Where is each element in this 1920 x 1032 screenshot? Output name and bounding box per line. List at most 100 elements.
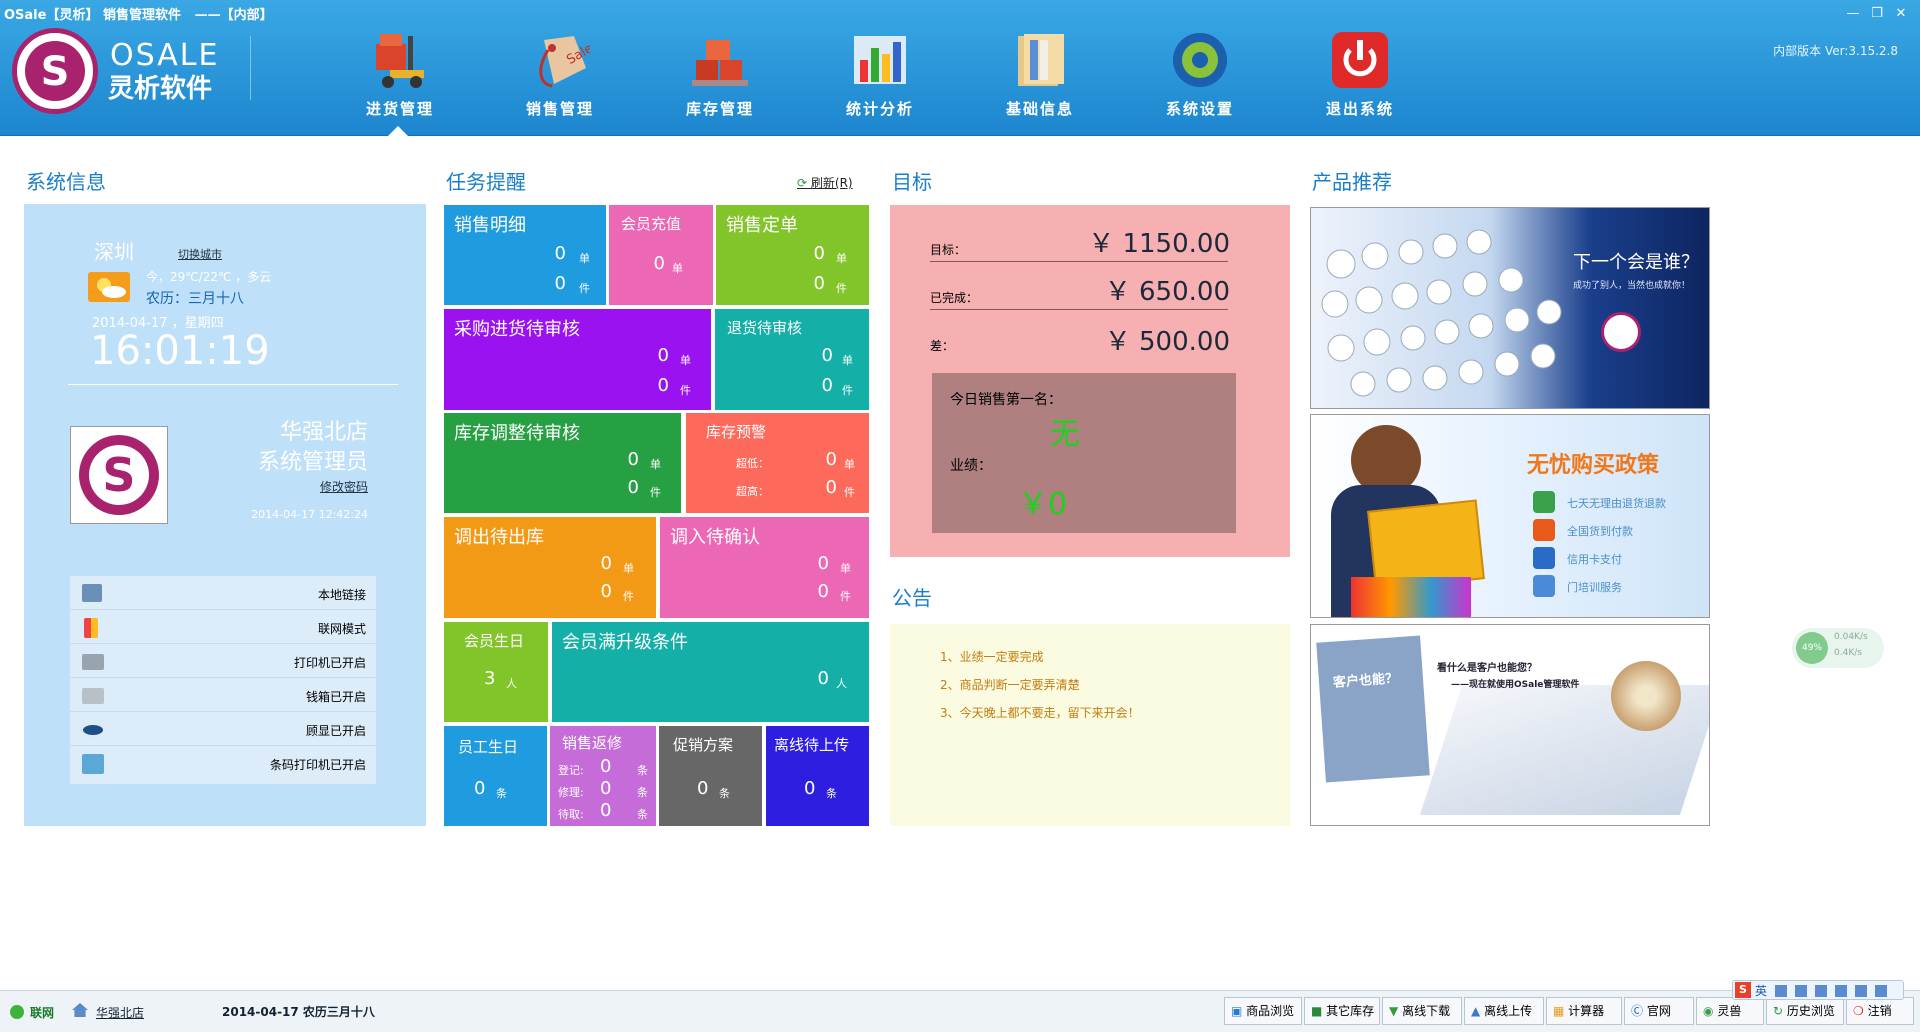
product-banner-2[interactable]: 无忧购买政策 七天无理由退货退款 全国货到付款 信用卡支付 门培训服务 bbox=[1310, 414, 1710, 618]
truck-icon bbox=[1533, 519, 1555, 541]
sticky-note: 客户也能？ bbox=[1316, 635, 1430, 783]
tile-purchase-review[interactable]: 采购进货待审核 0单 0件 bbox=[444, 309, 711, 410]
diff-value: ￥ 500.00 bbox=[1104, 327, 1230, 357]
status-list: 本地链接 联网模式 打印机已开启 钱箱已开启 顾显已开启 条码打印机已开启 bbox=[70, 576, 376, 784]
offline-download-button[interactable]: ▼ 离线下载 bbox=[1382, 997, 1462, 1025]
section-title-target: 目标 bbox=[892, 170, 932, 194]
nav-purchase[interactable]: 进货管理 bbox=[345, 30, 455, 126]
tile-stock-adjust[interactable]: 库存调整待审核 0单 0件 bbox=[444, 413, 681, 513]
svg-text:S: S bbox=[102, 448, 135, 502]
osale-logo-icon: S bbox=[12, 28, 98, 114]
history-button[interactable]: ↻ 历史浏览 bbox=[1766, 997, 1844, 1025]
lingshou-button[interactable]: ◉ 灵兽 bbox=[1696, 997, 1764, 1025]
notice-panel: 1、业绩一定要完成 2、商品判断一定要弄清楚 3、今天晚上都不要走，留下来开会！ bbox=[890, 624, 1290, 826]
tile-transfer-in[interactable]: 调入待确认 0单 0件 bbox=[660, 517, 869, 618]
app-mode: ——【内部】 bbox=[194, 8, 273, 23]
section-title-products: 产品推荐 bbox=[1312, 170, 1392, 194]
section-title-sysinfo: 系统信息 bbox=[26, 170, 106, 194]
other-stock-button[interactable]: ■ 其它库存 bbox=[1304, 997, 1380, 1025]
osale-logo-icon bbox=[1601, 312, 1641, 352]
netspeed-percent: 49% bbox=[1796, 632, 1828, 664]
notice-item: 1、业绩一定要完成 bbox=[940, 650, 1044, 664]
status-bar: 联网 华强北店 2014-04-17 农历三月十八 ▣ 商品浏览 ■ 其它库存 … bbox=[0, 990, 1920, 1032]
ime-tool-icons bbox=[1775, 985, 1895, 997]
tile-stock-alert[interactable]: 库存预警 超低： 0单 超高： 0件 bbox=[686, 413, 869, 513]
online-status-icon bbox=[10, 1005, 24, 1019]
online-status: 联网 bbox=[30, 1006, 55, 1020]
list-item: 本地链接 bbox=[70, 576, 376, 610]
product-browse-button[interactable]: ▣ 商品浏览 bbox=[1224, 997, 1302, 1025]
home-icon bbox=[72, 1003, 88, 1017]
tile-member-recharge[interactable]: 会员充值 0单 bbox=[609, 205, 713, 305]
ime-toolbar[interactable]: S 英 bbox=[1732, 980, 1904, 1000]
nav-inventory[interactable]: 库存管理 bbox=[665, 30, 775, 126]
nav-sales[interactable]: Sale 销售管理 bbox=[505, 30, 615, 126]
power-icon bbox=[1330, 30, 1390, 90]
divider bbox=[68, 384, 398, 385]
footer-store-link[interactable]: 华强北店 bbox=[96, 1004, 144, 1021]
network-icon bbox=[82, 584, 102, 602]
tile-offline-upload[interactable]: 离线待上传 0条 bbox=[766, 726, 869, 826]
nav-exit[interactable]: 退出系统 bbox=[1305, 30, 1415, 126]
diff-label: 差： bbox=[930, 339, 955, 353]
tile-member-birthday[interactable]: 会员生日 3人 bbox=[444, 622, 548, 722]
list-item: 顾显已开启 bbox=[70, 712, 376, 746]
netspeed-widget[interactable]: 49% 0.04K/s 0.4K/s bbox=[1792, 628, 1884, 668]
tile-sales-order[interactable]: 销售定单 0单 0件 bbox=[716, 205, 869, 305]
divider bbox=[930, 309, 1228, 310]
lunar-date: 农历：三月十八 bbox=[146, 291, 244, 307]
tile-sales-detail[interactable]: 销售明细 0单 0件 bbox=[444, 205, 606, 305]
product-banner-1[interactable]: 下一个会是谁？ 成功了别人，当然也成就你！ bbox=[1310, 207, 1710, 409]
minimize-button[interactable]: — bbox=[1844, 6, 1862, 22]
eye-icon bbox=[80, 722, 106, 738]
avatar: S bbox=[70, 426, 168, 524]
performance-value: ￥0 bbox=[1018, 487, 1068, 522]
tile-promotion[interactable]: 促销方案 0条 bbox=[659, 726, 762, 826]
target-panel: 目标： ￥ 1150.00 已完成： ￥ 650.00 差： ￥ 500.00 … bbox=[890, 205, 1290, 557]
bar-chart-icon bbox=[850, 30, 910, 90]
product-banner-3[interactable]: 客户也能？ 看什么是客户也能您？ ——现在就使用OSale管理软件 bbox=[1310, 624, 1710, 826]
logout-button[interactable]: ❍ 注销 bbox=[1846, 997, 1914, 1025]
done-value: ￥ 650.00 bbox=[1104, 277, 1230, 307]
snail-image bbox=[1611, 661, 1681, 731]
official-site-button[interactable]: Ⓒ 官网 bbox=[1624, 997, 1694, 1025]
history-icon: ↻ bbox=[1773, 1004, 1784, 1018]
change-password-link[interactable]: 修改密码 bbox=[320, 478, 368, 495]
cart-icon: ▣ bbox=[1231, 1004, 1243, 1018]
tile-staff-birthday[interactable]: 员工生日 0条 bbox=[444, 726, 547, 826]
done-label: 已完成： bbox=[930, 291, 979, 305]
refresh-button[interactable]: ⟳ 刷新(R) bbox=[797, 174, 853, 191]
download-icon: ▼ bbox=[1389, 1004, 1399, 1018]
shield-icon bbox=[1533, 491, 1555, 513]
training-icon bbox=[1533, 575, 1555, 597]
tile-transfer-out[interactable]: 调出待出库 0单 0件 bbox=[444, 517, 656, 618]
mode-icon bbox=[84, 618, 98, 638]
boxes-icon bbox=[690, 30, 750, 90]
current-time: 16:01:19 bbox=[90, 328, 270, 374]
download-speed: 0.4K/s bbox=[1834, 648, 1862, 658]
nav-settings[interactable]: 系统设置 bbox=[1145, 30, 1255, 126]
login-time: 2014-04-17 12:42:24 bbox=[251, 508, 368, 521]
tile-sales-repair[interactable]: 销售返修 登记: 0条 修理: 0条 待取: 0条 bbox=[550, 726, 656, 826]
restore-button[interactable]: ❐ bbox=[1868, 6, 1886, 22]
list-item: 条码打印机已开启 bbox=[70, 746, 376, 780]
list-item: 钱箱已开启 bbox=[70, 678, 376, 712]
section-title-tasks: 任务提醒 bbox=[446, 170, 526, 194]
target-label: 目标： bbox=[930, 243, 967, 257]
notice-item: 3、今天晚上都不要走，留下来开会！ bbox=[940, 706, 1140, 720]
close-button[interactable]: ✕ bbox=[1892, 6, 1910, 22]
nav-statistics[interactable]: 统计分析 bbox=[825, 30, 935, 126]
section-title-notice: 公告 bbox=[892, 586, 932, 610]
window-title: OSale【灵析】 销售管理软件 ——【内部】 bbox=[4, 4, 273, 23]
ime-mode[interactable]: 英 bbox=[1755, 982, 1767, 999]
nav-basic-info[interactable]: 基础信息 bbox=[985, 30, 1095, 126]
offline-upload-button[interactable]: ▲ 离线上传 bbox=[1464, 997, 1544, 1025]
switch-city-link[interactable]: 切换城市 bbox=[178, 246, 222, 262]
calculator-button[interactable]: ▦ 计算器 bbox=[1546, 997, 1622, 1025]
gear-icon bbox=[1170, 30, 1230, 90]
top-seller-box: 今日销售第一名： 无 业绩： ￥0 bbox=[932, 373, 1236, 533]
tile-member-upgrade[interactable]: 会员满升级条件 0人 bbox=[552, 622, 869, 722]
sysinfo-panel: 深圳 切换城市 今，29℃/22℃ ，多云 农历：三月十八 2014-04-17… bbox=[24, 204, 426, 826]
weather-text: 今，29℃/22℃ ，多云 bbox=[146, 270, 272, 284]
tile-return-review[interactable]: 退货待审核 0单 0件 bbox=[715, 309, 869, 410]
